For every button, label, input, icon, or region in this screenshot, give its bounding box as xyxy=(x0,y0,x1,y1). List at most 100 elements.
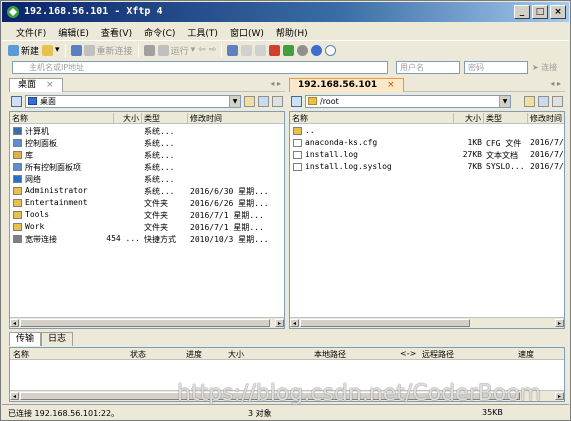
column-local-path[interactable]: 本地路径 xyxy=(314,349,346,360)
file-row[interactable]: install.log 27KB 文本文档 2016/7/... xyxy=(290,149,564,161)
column-name[interactable]: 名称 xyxy=(13,349,29,360)
tab-remote-session[interactable]: 192.168.56.101 × xyxy=(289,78,404,92)
local-file-list[interactable]: 名称 大小 类型 修改时间 计算机 系统... 控制面板 系统... 库系统... 所有控… xyxy=(9,111,285,329)
column-modified[interactable]: 修改时间 xyxy=(188,113,284,123)
menu-file[interactable]: 文件(F) xyxy=(10,23,52,40)
column-modified[interactable]: 修改时间 xyxy=(528,113,564,123)
up-folder-icon[interactable] xyxy=(244,96,255,107)
close-tab-icon[interactable]: × xyxy=(387,80,395,90)
view-toggle-icon[interactable] xyxy=(291,96,302,107)
file-row[interactable]: 网络 系统... xyxy=(10,173,284,185)
column-name[interactable]: 名称 xyxy=(10,113,114,123)
chevron-down-icon[interactable]: ▼ xyxy=(229,96,240,107)
tab-transfers[interactable]: 传输 xyxy=(9,332,42,346)
help-button[interactable] xyxy=(311,44,323,56)
column-speed[interactable]: 速度 xyxy=(518,349,534,360)
paste-button[interactable] xyxy=(255,44,267,56)
chevron-down-icon[interactable]: ▼ xyxy=(499,96,510,107)
forward-button[interactable]: ⇨ xyxy=(209,45,217,55)
local-path-select[interactable]: 桌面 ▼ xyxy=(25,95,241,108)
file-row[interactable]: 所有控制面板项 系统... xyxy=(10,161,284,173)
username-input[interactable]: 用户名 xyxy=(396,61,460,74)
transfer-hscrollbar[interactable]: ◂ ▸ xyxy=(10,390,564,401)
connect-button[interactable]: ➤ 连接 xyxy=(532,62,557,73)
column-type[interactable]: 类型 xyxy=(484,113,528,123)
scroll-left-arrow[interactable]: ◂ xyxy=(10,392,19,400)
scroll-right-arrow[interactable]: ▸ xyxy=(275,319,284,327)
run-button[interactable]: 运行 ▾ xyxy=(157,44,195,57)
menu-tools[interactable]: 工具(T) xyxy=(181,23,224,40)
xshell-button[interactable] xyxy=(269,44,281,56)
column-remote-path[interactable]: 远程路径 xyxy=(422,349,454,360)
tab-scroll-arrows[interactable]: ◂ ▸ xyxy=(270,79,281,88)
tab-scroll-arrows[interactable]: ◂ ▸ xyxy=(550,79,561,88)
view-options-icon[interactable] xyxy=(272,96,283,107)
title-bar[interactable]: 192.168.56.101 - Xftp 4 _ □ × xyxy=(2,2,569,22)
menu-help[interactable]: 帮助(H) xyxy=(270,23,314,40)
menu-view[interactable]: 查看(V) xyxy=(95,23,138,40)
scroll-right-arrow[interactable]: ▸ xyxy=(555,319,564,327)
folder-icon xyxy=(13,211,22,219)
file-row[interactable]: anaconda-ks.cfg 1KB CFG 文件 2016/7/... xyxy=(290,137,564,149)
file-modified: 2016/6/26 星期... xyxy=(190,199,269,208)
column-type[interactable]: 类型 xyxy=(142,113,188,123)
menu-command[interactable]: 命令(C) xyxy=(138,23,181,40)
status-bar: 已连接 192.168.56.101:22。 3 对象 35KB xyxy=(2,404,569,420)
settings-button[interactable] xyxy=(297,44,309,56)
file-row[interactable]: Administrator 系统... 2016/6/30 星期... xyxy=(10,185,284,197)
column-size[interactable]: 大小 xyxy=(228,349,244,360)
copy-button[interactable] xyxy=(241,44,253,56)
refresh-icon[interactable] xyxy=(258,96,269,107)
tab-log[interactable]: 日志 xyxy=(41,332,74,346)
password-input[interactable]: 密码 xyxy=(464,61,528,74)
close-button[interactable]: × xyxy=(550,5,566,19)
open-folder-button[interactable]: ▾ xyxy=(42,44,60,56)
scroll-thumb[interactable] xyxy=(20,392,520,400)
file-row[interactable]: Tools 文件夹 2016/7/1 星期... xyxy=(10,209,284,221)
file-modified: 2010/10/3 星期... xyxy=(190,235,269,244)
host-input[interactable]: 主机名或IP地址 xyxy=(12,61,388,74)
file-row[interactable]: .. xyxy=(290,125,564,137)
file-row[interactable]: 计算机 系统... xyxy=(10,125,284,137)
transfer-panel: 传输 日志 名称 状态 进度 大小 本地路径 <-> 远程路径 速度 ◂ ▸ xyxy=(9,332,565,402)
file-row[interactable]: install.log.syslog 7KB SYSLO... 2016/7/... xyxy=(290,161,564,173)
new-session-button[interactable]: 新建 xyxy=(8,44,39,57)
tab-desktop[interactable]: 桌面 × xyxy=(9,78,63,92)
menu-edit[interactable]: 编辑(E) xyxy=(52,23,95,40)
close-tab-icon[interactable]: × xyxy=(46,80,54,90)
column-size[interactable]: 大小 xyxy=(114,113,142,123)
remote-file-list[interactable]: 名称 大小 类型 修改时间 .. anaconda-ks.cfg 1KB CFG 文件… xyxy=(289,111,565,329)
up-folder-icon[interactable] xyxy=(524,96,535,107)
column-direction[interactable]: <-> xyxy=(400,349,416,358)
column-progress[interactable]: 进度 xyxy=(186,349,202,360)
scroll-thumb[interactable] xyxy=(20,319,270,327)
properties-button[interactable] xyxy=(143,44,155,56)
file-row[interactable]: Entertainment 文件夹 2016/6/26 星期... xyxy=(10,197,284,209)
maximize-button[interactable]: □ xyxy=(532,5,548,19)
check-button[interactable] xyxy=(283,44,295,56)
reconnect-button[interactable]: 重新连接 xyxy=(70,44,133,57)
menu-window[interactable]: 窗口(W) xyxy=(224,23,270,40)
file-row[interactable]: 控制面板 系统... xyxy=(10,137,284,149)
minimize-button[interactable]: _ xyxy=(514,5,530,19)
back-button[interactable]: ⇦ xyxy=(198,45,206,55)
column-status[interactable]: 状态 xyxy=(130,349,146,360)
view-toggle-icon[interactable] xyxy=(11,96,22,107)
view-options-icon[interactable] xyxy=(552,96,563,107)
column-size[interactable]: 大小 xyxy=(454,113,484,123)
remote-hscrollbar[interactable]: ◂ ▸ xyxy=(290,317,564,328)
scroll-left-arrow[interactable]: ◂ xyxy=(290,319,299,327)
file-row[interactable]: Work 文件夹 2016/7/1 星期... xyxy=(10,221,284,233)
remote-path-select[interactable]: /root ▼ xyxy=(305,95,511,108)
scroll-left-arrow[interactable]: ◂ xyxy=(10,319,19,327)
scroll-right-arrow[interactable]: ▸ xyxy=(555,392,564,400)
refresh-icon[interactable] xyxy=(538,96,549,107)
local-hscrollbar[interactable]: ◂ ▸ xyxy=(10,317,284,328)
chat-button[interactable] xyxy=(325,44,337,56)
transfer-list[interactable]: 名称 状态 进度 大小 本地路径 <-> 远程路径 速度 ◂ ▸ xyxy=(9,347,565,402)
file-row[interactable]: 库 系统... xyxy=(10,149,284,161)
column-name[interactable]: 名称 xyxy=(290,113,454,123)
file-row[interactable]: 宽带连接 454 ... 快捷方式 2010/10/3 星期... xyxy=(10,233,284,245)
scroll-thumb[interactable] xyxy=(300,319,470,327)
sync-button[interactable] xyxy=(227,44,239,56)
